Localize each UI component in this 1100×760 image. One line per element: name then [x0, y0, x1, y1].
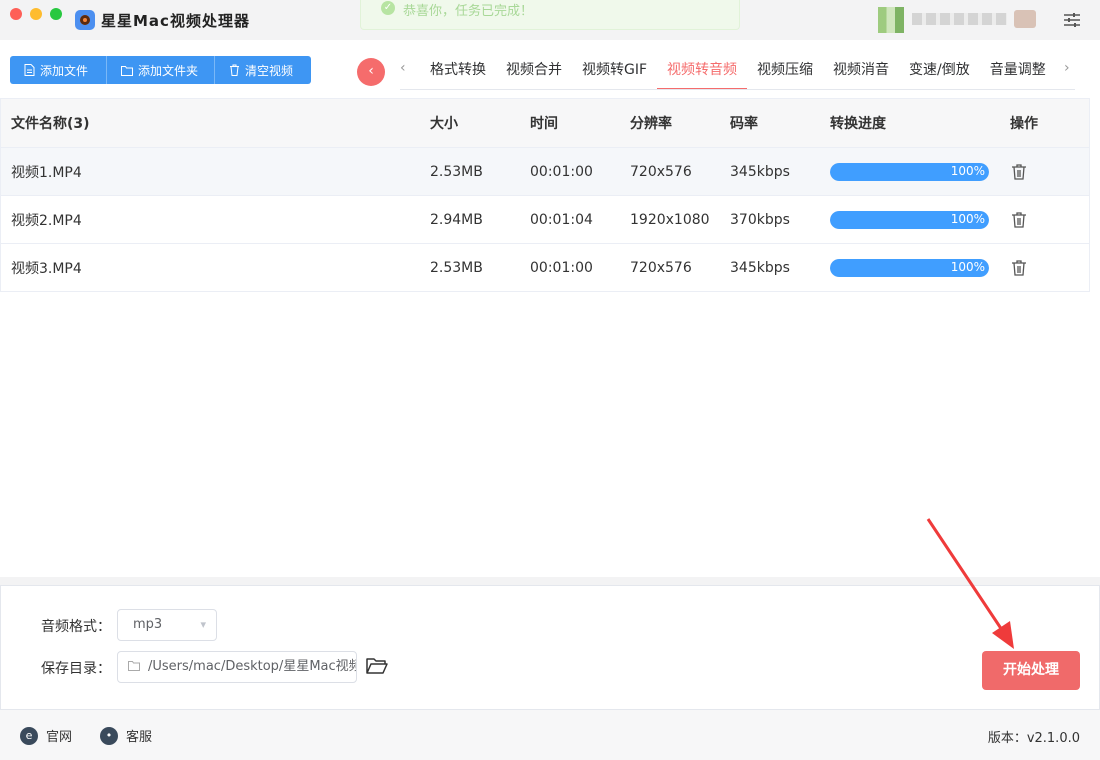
delete-trash-icon[interactable] [1010, 259, 1028, 277]
file-size: 2.53MB [430, 259, 483, 276]
audio-format-value: mp3 [133, 617, 163, 632]
avatar[interactable] [878, 7, 904, 33]
app-title: 星星Mac视频处理器 [101, 12, 250, 30]
file-table: 文件名称(3) 大小 时间 分辨率 码率 转换进度 操作 视频1.MP4 2.5… [0, 98, 1090, 292]
save-dir-label: 保存目录： [41, 661, 111, 677]
header-file-name: 文件名称(3) [11, 116, 90, 132]
user-name-blurred [912, 13, 1007, 25]
delete-trash-icon[interactable] [1010, 163, 1028, 181]
settings-sliders-icon[interactable] [1063, 12, 1081, 28]
footer: e 官网 • 客服 版本：v2.1.0.0 [0, 710, 1100, 760]
table-row[interactable]: 视频2.MP4 2.94MB 00:01:04 1920x1080 370kbp… [1, 196, 1089, 244]
support-link[interactable]: • 客服 [100, 726, 152, 745]
file-bitrate: 345kbps [730, 259, 790, 276]
header-bitrate: 码率 [730, 116, 758, 132]
add-file-label: 添加文件 [40, 63, 89, 78]
add-folder-label: 添加文件夹 [138, 63, 199, 78]
add-file-button[interactable]: 添加文件 [10, 56, 107, 84]
tab-video-mute[interactable]: 视频消音 [823, 52, 899, 90]
trash-icon [230, 64, 239, 76]
file-duration: 00:01:00 [530, 163, 593, 180]
folder-icon [121, 65, 133, 76]
minimize-window-button[interactable] [30, 8, 42, 20]
file-size: 2.53MB [430, 163, 483, 180]
clear-videos-label: 清空视频 [245, 63, 294, 78]
file-name: 视频3.MP4 [11, 260, 82, 277]
progress-bar: 100% [830, 210, 989, 229]
clear-videos-button[interactable]: 清空视频 [215, 56, 311, 84]
chevron-down-icon: ▾ [200, 618, 206, 631]
progress-bar: 100% [830, 162, 989, 181]
close-window-button[interactable] [10, 8, 22, 20]
header-actions: 操作 [1010, 116, 1038, 132]
file-resolution: 1920x1080 [630, 211, 710, 228]
tab-format-convert[interactable]: 格式转换 [420, 52, 496, 90]
open-folder-icon[interactable] [366, 657, 388, 675]
progress-text: 100% [950, 211, 985, 226]
tab-video-to-gif[interactable]: 视频转GIF [572, 52, 657, 90]
header-progress: 转换进度 [830, 116, 886, 132]
tabs-underline [400, 89, 1075, 90]
website-link[interactable]: e 官网 [20, 726, 72, 745]
tab-speed-reverse[interactable]: 变速/倒放 [899, 52, 980, 90]
toolbar-button-group: 添加文件 添加文件夹 清空视频 [10, 56, 311, 84]
delete-trash-icon[interactable] [1010, 211, 1028, 229]
progress-text: 100% [950, 163, 985, 178]
user-badge-blurred [1014, 10, 1036, 28]
table-row[interactable]: 视频3.MP4 2.53MB 00:01:00 720x576 345kbps … [1, 244, 1089, 292]
file-resolution: 720x576 [630, 163, 692, 180]
website-label: 官网 [46, 730, 73, 745]
file-size: 2.94MB [430, 211, 483, 228]
progress-text: 100% [950, 259, 985, 274]
file-bitrate: 370kbps [730, 211, 790, 228]
version-text: 版本：v2.1.0.0 [987, 731, 1080, 746]
tab-volume-adjust[interactable]: 音量调整 [980, 52, 1056, 90]
file-duration: 00:01:04 [530, 211, 593, 228]
file-resolution: 720x576 [630, 259, 692, 276]
save-dir-input[interactable]: /Users/mac/Desktop/星星Mac视频 [117, 651, 357, 683]
add-folder-button[interactable]: 添加文件夹 [107, 56, 215, 84]
table-row[interactable]: 视频1.MP4 2.53MB 00:01:00 720x576 345kbps … [1, 148, 1089, 196]
function-tabs: 格式转换 视频合并 视频转GIF 视频转音频 视频压缩 视频消音 变速/倒放 音… [420, 52, 1056, 90]
progress-bar: 100% [830, 258, 989, 277]
success-toast: ✓ 恭喜你，任务已完成！ [360, 0, 740, 30]
header-size: 大小 [430, 116, 458, 132]
title-bar: 星星Mac视频处理器 ✓ 恭喜你，任务已完成！ [0, 0, 1100, 40]
file-bitrate: 345kbps [730, 163, 790, 180]
check-circle-icon: ✓ [381, 1, 395, 15]
file-name: 视频1.MP4 [11, 164, 82, 181]
file-icon [24, 64, 35, 76]
tab-video-compress[interactable]: 视频压缩 [747, 52, 823, 90]
header-time: 时间 [530, 116, 558, 132]
table-header: 文件名称(3) 大小 时间 分辨率 码率 转换进度 操作 [1, 99, 1089, 148]
save-dir-value: /Users/mac/Desktop/星星Mac视频 [148, 659, 357, 674]
tab-video-merge[interactable]: 视频合并 [496, 52, 572, 90]
header-resolution: 分辨率 [630, 116, 672, 132]
chat-bubble-icon: • [100, 726, 118, 745]
app-logo-icon [75, 10, 95, 30]
audio-format-label: 音频格式： [41, 619, 111, 635]
file-duration: 00:01:00 [530, 259, 593, 276]
folder-icon [128, 661, 140, 671]
file-name: 视频2.MP4 [11, 212, 82, 229]
audio-format-select[interactable]: mp3 ▾ [117, 609, 217, 641]
toast-message: 恭喜你，任务已完成！ [403, 4, 534, 19]
tab-video-to-audio[interactable]: 视频转音频 [657, 52, 748, 90]
support-label: 客服 [126, 730, 153, 745]
zoom-window-button[interactable] [50, 8, 62, 20]
start-processing-button[interactable]: 开始处理 [982, 651, 1080, 690]
red-pointer-arrow [926, 518, 1014, 649]
tabs-next-chevron-icon[interactable]: › [1064, 60, 1070, 76]
tabs-prev-chevron-icon[interactable]: ‹ [400, 60, 406, 76]
ie-globe-icon: e [20, 726, 38, 745]
chevron-left-icon: ‹ [368, 63, 374, 79]
back-button[interactable]: ‹ [357, 58, 385, 86]
